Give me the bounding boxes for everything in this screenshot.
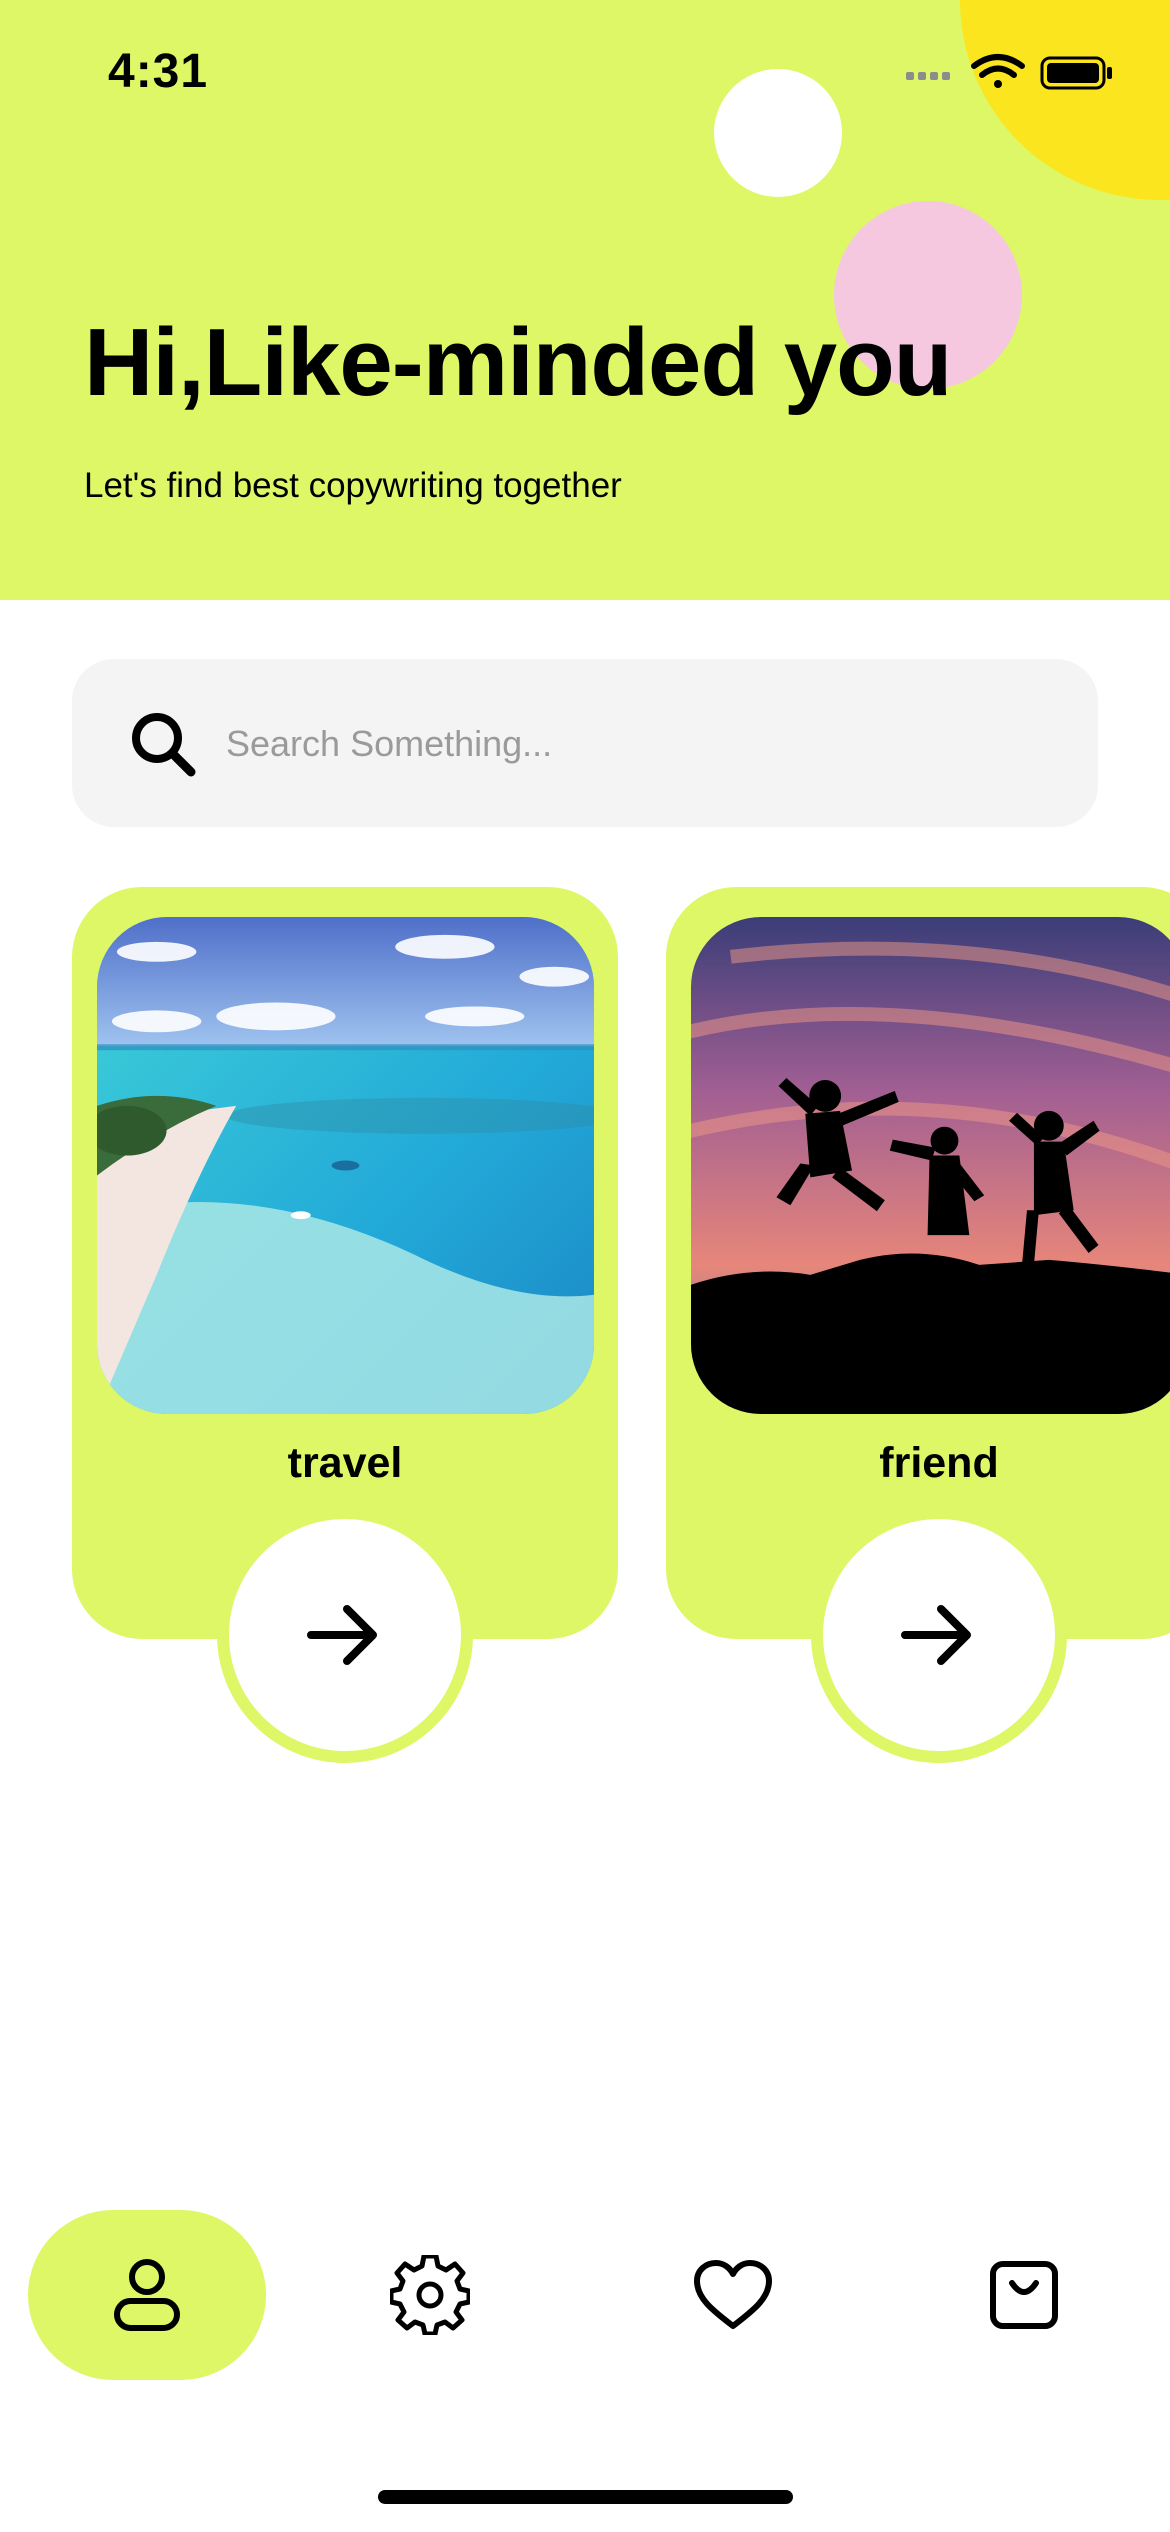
travel-photo [97,917,594,1414]
user-icon [114,2259,180,2331]
heart-icon [694,2260,772,2329]
home-indicator [378,2490,793,2504]
status-time: 4:31 [108,45,209,98]
page-subtitle: Let's find best copywriting together [84,466,622,505]
nav-favorites[interactable] [683,2245,783,2345]
category-label-travel: travel [287,1439,403,1487]
decorative-white-circle [714,69,842,197]
nav-bag[interactable] [974,2245,1074,2345]
open-travel-button[interactable] [217,1507,473,1763]
open-friend-button[interactable] [811,1507,1067,1763]
decorative-yellow-circle [960,0,1170,200]
shopping-bag-icon [990,2261,1058,2329]
wifi-icon [971,54,1025,88]
nav-profile[interactable] [28,2210,266,2380]
bottom-nav [0,2200,1170,2400]
arrow-right-icon [307,1605,377,1665]
gear-icon [390,2255,470,2335]
battery-icon [1040,56,1112,90]
cellular-signal-icon [906,72,950,80]
search-icon [132,713,196,777]
page-title: Hi,Like-minded you [84,309,952,416]
status-bar-icons [906,54,1112,90]
header: 4:31 Hi,Like-minded you Let's find best … [0,0,1170,600]
search-input[interactable] [224,659,1048,829]
search-bar[interactable] [72,659,1098,829]
category-label-friend: friend [879,1439,999,1487]
friend-photo [691,917,1170,1414]
nav-settings[interactable] [380,2245,480,2345]
arrow-right-icon [901,1605,971,1665]
